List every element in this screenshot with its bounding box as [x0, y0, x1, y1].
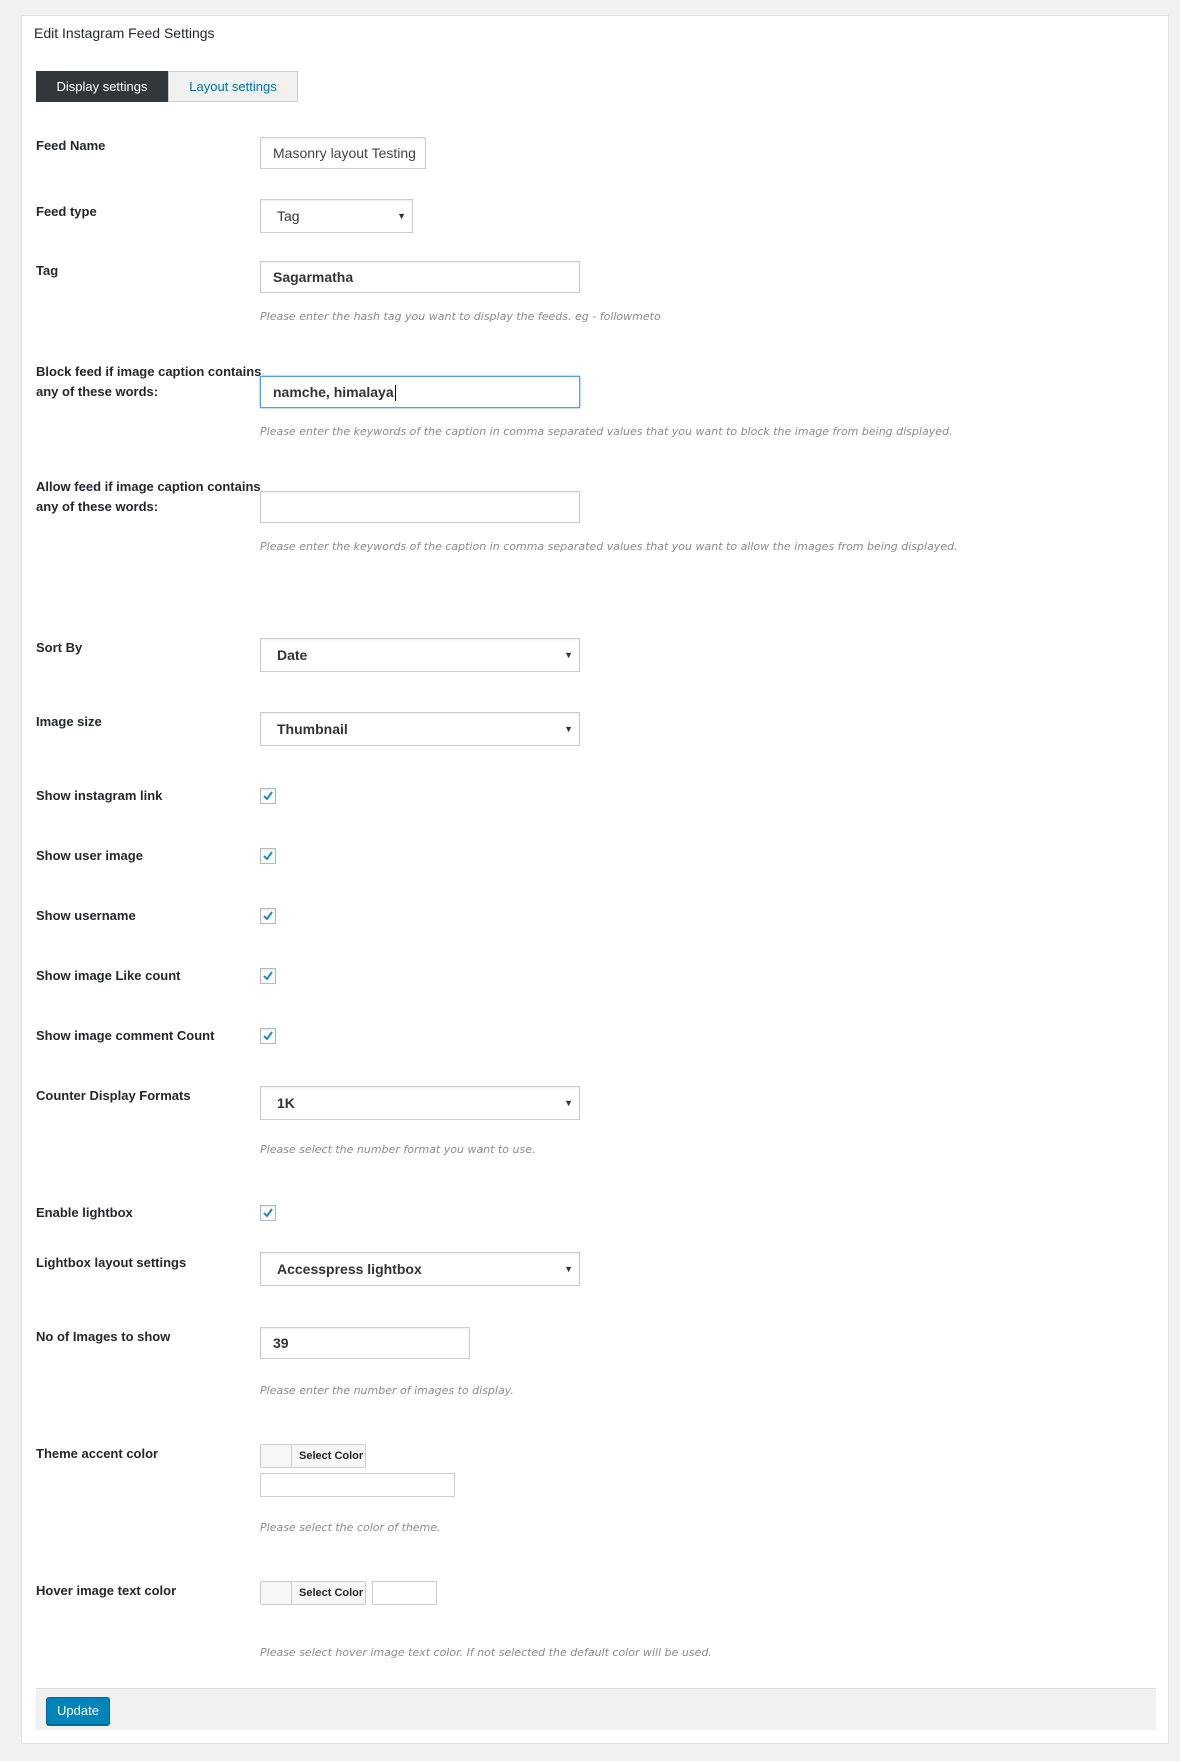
feed-type-value: Tag: [277, 208, 300, 224]
sort-by-select[interactable]: Date ▼: [260, 638, 580, 672]
checkmark-icon: [263, 911, 273, 921]
select-color-label: Select Color: [299, 1450, 364, 1462]
dropdown-arrow-icon: ▼: [564, 1098, 573, 1108]
feed-type-select[interactable]: Tag ▼: [260, 199, 413, 233]
sort-by-value: Date: [277, 647, 308, 663]
show-comment-count-checkbox[interactable]: [260, 1028, 276, 1044]
enable-lightbox-checkbox[interactable]: [260, 1205, 276, 1221]
dropdown-arrow-icon: ▼: [564, 650, 573, 660]
checkmark-icon: [263, 851, 273, 861]
show-username-checkbox[interactable]: [260, 908, 276, 924]
num-images-hint: Please enter the number of images to dis…: [260, 1384, 514, 1397]
show-username-label: Show username: [36, 908, 136, 923]
hover-text-color-hint: Please select hover image text color. If…: [260, 1646, 712, 1659]
dropdown-arrow-icon: ▼: [564, 724, 573, 734]
allow-words-label: Allow feed if image caption contains any…: [36, 479, 261, 514]
counter-format-select[interactable]: 1K ▼: [260, 1086, 580, 1120]
enable-lightbox-label: Enable lightbox: [36, 1205, 133, 1220]
lightbox-layout-value: Accesspress lightbox: [277, 1261, 422, 1277]
dropdown-arrow-icon: ▼: [564, 1264, 573, 1274]
block-words-value: namche, himalaya: [273, 384, 394, 400]
hover-text-color-button[interactable]: Select Color: [260, 1581, 366, 1605]
theme-accent-color-button[interactable]: Select Color: [260, 1444, 366, 1468]
tab-layout-settings[interactable]: Layout settings: [168, 71, 298, 102]
tag-input[interactable]: Sagarmatha: [260, 261, 580, 293]
checkmark-icon: [263, 1208, 273, 1218]
hover-text-color-field[interactable]: [372, 1581, 437, 1605]
block-words-input[interactable]: namche, himalaya: [260, 376, 580, 408]
feed-name-input[interactable]: Masonry layout Testing: [260, 137, 426, 169]
checkmark-icon: [263, 971, 273, 981]
form-footer: Update: [36, 1688, 1156, 1730]
sort-by-label: Sort By: [36, 640, 83, 655]
tag-hint: Please enter the hash tag you want to di…: [260, 310, 661, 323]
num-images-input[interactable]: 39: [260, 1327, 470, 1359]
allow-words-input[interactable]: [260, 491, 580, 523]
text-caret: [394, 385, 396, 402]
color-swatch: [261, 1445, 292, 1467]
panel-title: Edit Instagram Feed Settings: [34, 25, 215, 41]
counter-format-value: 1K: [277, 1095, 295, 1111]
allow-words-hint: Please enter the keywords of the caption…: [260, 540, 958, 553]
lightbox-layout-select[interactable]: Accesspress lightbox ▼: [260, 1252, 580, 1286]
image-size-label: Image size: [36, 714, 102, 729]
select-color-label: Select Color: [299, 1587, 364, 1599]
show-user-image-label: Show user image: [36, 848, 143, 863]
show-instagram-link-label: Show instagram link: [36, 788, 163, 803]
dropdown-arrow-icon: ▼: [397, 211, 406, 221]
theme-accent-color-hint: Please select the color of theme.: [260, 1521, 441, 1534]
feed-name-label: Feed Name: [36, 138, 106, 153]
color-swatch: [261, 1582, 292, 1604]
block-words-label: Block feed if image caption contains any…: [36, 364, 262, 399]
block-words-hint: Please enter the keywords of the caption…: [260, 425, 953, 438]
feed-type-label: Feed type: [36, 204, 97, 219]
show-like-count-label: Show image Like count: [36, 968, 181, 983]
theme-accent-color-label: Theme accent color: [36, 1446, 159, 1461]
counter-format-label: Counter Display Formats: [36, 1088, 191, 1103]
tab-display-settings[interactable]: Display settings: [36, 71, 168, 102]
settings-panel: Edit Instagram Feed Settings Display set…: [21, 15, 1169, 1744]
theme-accent-color-field[interactable]: [260, 1473, 455, 1497]
show-user-image-checkbox[interactable]: [260, 848, 276, 864]
show-instagram-link-checkbox[interactable]: [260, 788, 276, 804]
counter-format-hint: Please select the number format you want…: [260, 1143, 536, 1156]
checkmark-icon: [263, 1031, 273, 1041]
tag-label: Tag: [36, 263, 59, 278]
num-images-label: No of Images to show: [36, 1329, 171, 1344]
image-size-value: Thumbnail: [277, 721, 348, 737]
show-comment-count-label: Show image comment Count: [36, 1028, 215, 1043]
lightbox-layout-label: Lightbox layout settings: [36, 1255, 187, 1270]
update-button[interactable]: Update: [46, 1697, 110, 1725]
hover-text-color-label: Hover image text color: [36, 1583, 177, 1598]
checkmark-icon: [263, 791, 273, 801]
image-size-select[interactable]: Thumbnail ▼: [260, 712, 580, 746]
show-like-count-checkbox[interactable]: [260, 968, 276, 984]
